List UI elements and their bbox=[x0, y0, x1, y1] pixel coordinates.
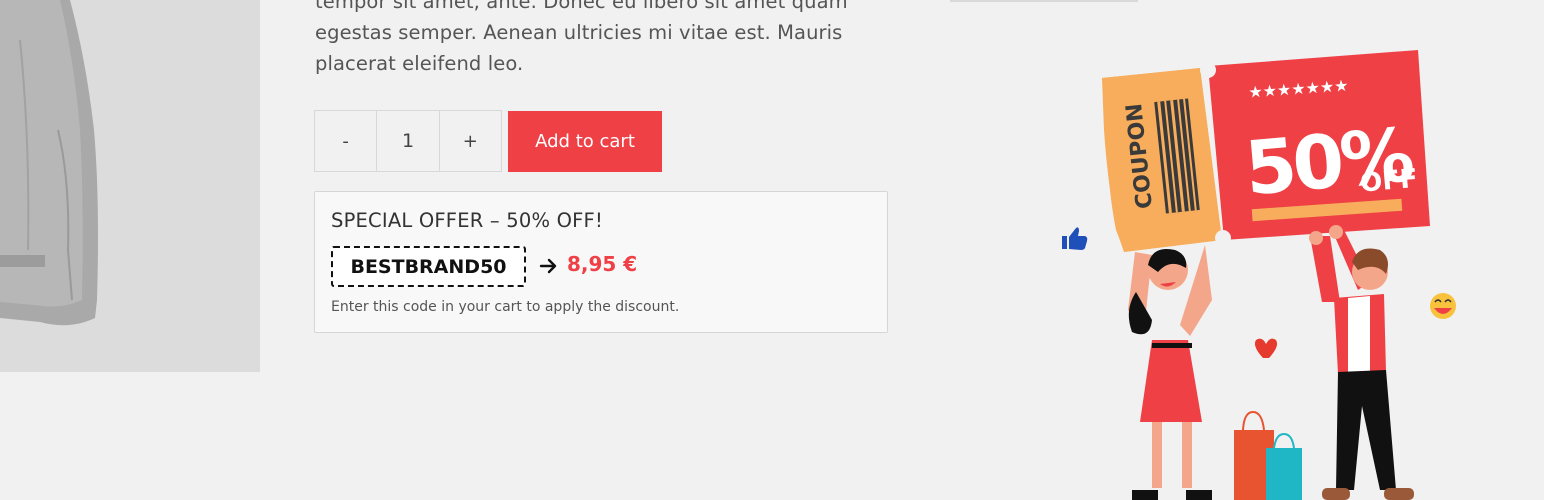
product-description: tempor sit amet, ante. Donec eu libero s… bbox=[315, 0, 848, 75]
discounted-price: 8,95 € bbox=[567, 252, 638, 276]
divider bbox=[950, 0, 1138, 2]
add-to-cart-button[interactable]: Add to cart bbox=[508, 111, 662, 172]
shopping-bags bbox=[1234, 410, 1302, 500]
special-offer-box: SPECIAL OFFER – 50% OFF! BESTBRAND50 8,9… bbox=[314, 191, 888, 333]
offer-note: Enter this code in your cart to apply th… bbox=[331, 299, 680, 315]
quantity-decrement-button[interactable]: - bbox=[315, 111, 376, 171]
arrow-right-icon bbox=[539, 258, 557, 274]
quantity-input[interactable]: 1 bbox=[376, 111, 440, 171]
discount-text: 50% bbox=[1242, 112, 1416, 212]
product-image bbox=[0, 0, 260, 372]
sweatshirt-image bbox=[0, 0, 260, 372]
quantity-stepper[interactable]: - 1 + bbox=[314, 110, 502, 172]
heart-icon bbox=[1254, 338, 1278, 358]
thumbs-up-icon bbox=[1062, 227, 1088, 250]
quantity-increment-button[interactable]: + bbox=[440, 111, 501, 171]
coupon-code[interactable]: BESTBRAND50 bbox=[331, 246, 526, 287]
coupon-ticket: COUPON ★★★★★★★ 50% OFF bbox=[1102, 50, 1430, 252]
woman-figure bbox=[1128, 245, 1212, 500]
laughing-emoji-icon bbox=[1430, 293, 1456, 319]
offer-title: SPECIAL OFFER – 50% OFF! bbox=[331, 209, 603, 232]
off-text: OFF bbox=[1359, 164, 1419, 199]
coupon-promo-illustration: COUPON ★★★★★★★ 50% OFF bbox=[1062, 50, 1456, 500]
man-figure bbox=[1309, 225, 1414, 500]
